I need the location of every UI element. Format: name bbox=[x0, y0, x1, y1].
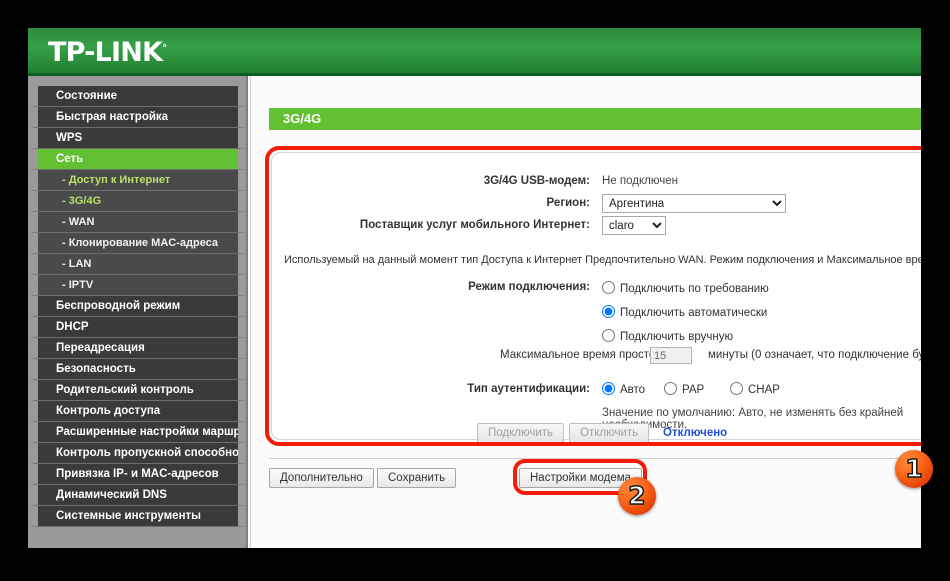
sidebar-item-10[interactable]: Беспроводной режим bbox=[28, 296, 246, 317]
connection-mode-radio-1[interactable] bbox=[602, 305, 615, 318]
auth-type-hint: Значение по умолчанию: Авто, не изменять… bbox=[602, 407, 904, 431]
advanced-button[interactable]: Дополнительно bbox=[269, 468, 374, 488]
registered-mark-icon: ° bbox=[162, 43, 167, 54]
max-idle-time-suffix: минуты (0 означает, что подключение буде… bbox=[708, 349, 921, 361]
auth-type-option-1[interactable]: PAP bbox=[664, 382, 704, 396]
connection-mode-option-2[interactable]: Подключить вручную bbox=[602, 329, 733, 343]
auth-type-label: Тип аутентификации: bbox=[467, 383, 590, 395]
connection-mode-label: Режим подключения: bbox=[468, 281, 590, 293]
region-label: Регион: bbox=[546, 197, 590, 209]
sidebar-item-4[interactable]: - Доступ к Интернет bbox=[28, 170, 246, 191]
router-admin-page: TP-LINK° Состояние Быстрая настройка WPS Се… bbox=[28, 28, 921, 548]
auth-type-option-label-1: PAP bbox=[682, 384, 705, 396]
sidebar-item-16[interactable]: Расширенные настройки маршрутизации bbox=[28, 422, 246, 443]
connection-mode-radio-2[interactable] bbox=[602, 329, 615, 342]
sidebar-item-18[interactable]: Привязка IP- и MAC-адресов bbox=[28, 464, 246, 485]
sidebar-item-12[interactable]: Переадресация bbox=[28, 338, 246, 359]
sidebar-item-1[interactable]: Быстрая настройка bbox=[28, 107, 246, 128]
tplink-logo-text: TP-LINK bbox=[48, 37, 163, 68]
sidebar-item-0[interactable]: Состояние bbox=[28, 86, 246, 107]
auth-type-option-label-2: CHAP bbox=[748, 384, 780, 396]
connection-mode-option-label-2: Подключить вручную bbox=[620, 331, 734, 343]
sidebar-item-6[interactable]: - WAN bbox=[28, 212, 246, 233]
max-idle-time-input[interactable] bbox=[650, 347, 692, 364]
connection-status-text: Отключено bbox=[663, 427, 728, 439]
sidebar-item-list: Состояние Быстрая настройка WPS Сеть - Досту… bbox=[28, 86, 246, 527]
auth-type-option-2[interactable]: CHAP bbox=[730, 382, 780, 396]
sidebar-item-8[interactable]: - LAN bbox=[28, 254, 246, 275]
wan-preference-notice: Используемый на данный момент тип Доступ… bbox=[284, 254, 921, 266]
sidebar-item-15[interactable]: Контроль доступа bbox=[28, 401, 246, 422]
sidebar-item-7[interactable]: - Клонирование MAC-адреса bbox=[28, 233, 246, 254]
annotation-badge-1: 1 bbox=[895, 450, 933, 488]
sidebar-item-17[interactable]: Контроль пропускной способности bbox=[28, 443, 246, 464]
auth-type-radio-2[interactable] bbox=[730, 382, 743, 395]
auth-type-option-0[interactable]: Авто bbox=[602, 382, 645, 396]
auth-type-radio-0[interactable] bbox=[602, 382, 615, 395]
form-action-bar: Дополнительно Сохранить Настройки модема bbox=[269, 458, 921, 499]
disconnect-button[interactable]: Отключить bbox=[569, 423, 650, 443]
brand-header: TP-LINK° bbox=[28, 28, 921, 76]
auth-type-option-label-0: Авто bbox=[620, 384, 646, 396]
usb-modem-status: Не подключен bbox=[602, 175, 678, 187]
sidebar-item-13[interactable]: Безопасность bbox=[28, 359, 246, 380]
connect-button[interactable]: Подключить bbox=[477, 423, 565, 443]
provider-select[interactable]: claro bbox=[602, 216, 666, 235]
sidebar-item-14[interactable]: Родительский контроль bbox=[28, 380, 246, 401]
usb-modem-label: 3G/4G USB-модем: bbox=[483, 175, 590, 187]
connection-mode-option-1[interactable]: Подключить автоматически bbox=[602, 305, 767, 319]
sidebar-nav: Состояние Быстрая настройка WPS Сеть - Досту… bbox=[28, 76, 248, 548]
auth-type-radio-1[interactable] bbox=[664, 382, 677, 395]
page-body: Состояние Быстрая настройка WPS Сеть - Досту… bbox=[28, 76, 921, 548]
connection-mode-option-label-1: Подключить автоматически bbox=[620, 307, 768, 319]
connection-mode-option-0[interactable]: Подключить по требованию bbox=[602, 281, 769, 295]
connection-mode-radio-0[interactable] bbox=[602, 281, 615, 294]
sidebar-item-3[interactable]: Сеть bbox=[28, 149, 246, 170]
screenshot-root: TP-LINK° Состояние Быстрая настройка WPS Се… bbox=[0, 0, 950, 581]
sidebar-item-9[interactable]: - IPTV bbox=[28, 275, 246, 296]
page-title: 3G/4G bbox=[269, 108, 921, 130]
connection-mode-option-label-0: Подключить по требованию bbox=[620, 283, 769, 295]
sidebar-spacer bbox=[28, 76, 246, 86]
tplink-logo: TP-LINK° bbox=[48, 37, 167, 68]
sidebar-item-19[interactable]: Динамический DNS bbox=[28, 485, 246, 506]
annotation-badge-2: 2 bbox=[618, 477, 656, 515]
sidebar-item-2[interactable]: WPS bbox=[28, 128, 246, 149]
max-idle-time-label: Максимальное время простоя: bbox=[500, 349, 665, 361]
sidebar-item-5[interactable]: - 3G/4G bbox=[28, 191, 246, 212]
sidebar-item-20[interactable]: Системные инструменты bbox=[28, 506, 246, 527]
main-content: 3G/4G 3G/4G USB-модем: Не подключен Реги… bbox=[250, 76, 921, 548]
save-button[interactable]: Сохранить bbox=[377, 468, 457, 488]
connection-settings-form: 3G/4G USB-модем: Не подключен Регион: Ар… bbox=[271, 152, 921, 440]
provider-label: Поставщик услуг мобильного Интернет: bbox=[359, 219, 590, 231]
sidebar-item-11[interactable]: DHCP bbox=[28, 317, 246, 338]
region-select[interactable]: Аргентина bbox=[602, 194, 786, 213]
